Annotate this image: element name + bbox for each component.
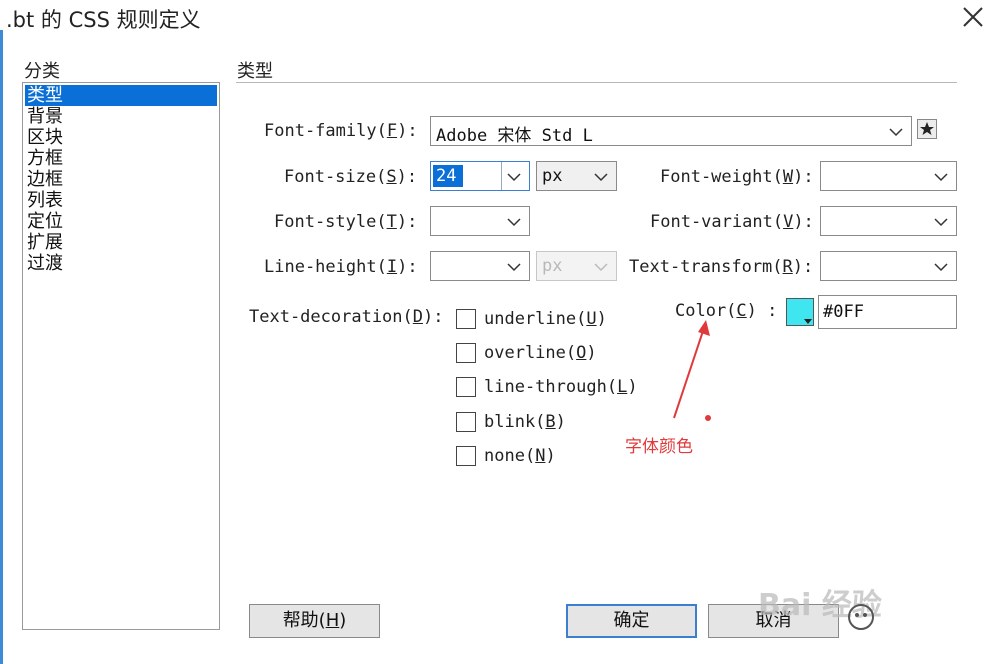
font-family-select[interactable]: Adobe 宋体 Std L (430, 116, 912, 146)
chevron-down-icon (934, 263, 948, 272)
chevron-down-icon (889, 128, 903, 137)
none-checkbox[interactable] (456, 446, 476, 466)
line-height-unit-value: px (542, 256, 563, 276)
category-item-background[interactable]: 背景 (25, 106, 217, 127)
underline-label[interactable]: underline(U) (484, 309, 607, 329)
font-size-label: Font-size(S): (284, 167, 418, 187)
font-variant-label: Font-variant(V): (650, 212, 814, 232)
font-family-value: Adobe 宋体 Std L (436, 126, 593, 146)
font-size-unit-value: px (542, 166, 563, 186)
color-input[interactable]: #0FF (818, 295, 957, 329)
category-item-positioning[interactable]: 定位 (25, 211, 217, 232)
panel-header: 类型 (237, 61, 273, 82)
font-weight-label: Font-weight(W): (660, 167, 814, 187)
category-item-border[interactable]: 边框 (25, 169, 217, 190)
line-through-label[interactable]: line-through(L) (484, 377, 638, 397)
star-icon (920, 122, 934, 135)
help-button[interactable]: 帮助(H) (249, 604, 380, 638)
line-height-combobox[interactable] (430, 251, 530, 281)
font-variant-select[interactable] (820, 206, 957, 236)
close-button[interactable] (958, 2, 988, 32)
font-family-label: Font-family(F): (264, 121, 418, 141)
underline-checkbox[interactable] (456, 309, 476, 329)
category-header: 分类 (24, 61, 60, 82)
category-item-extensions[interactable]: 扩展 (25, 232, 217, 253)
window-title: .bt 的 CSS 规则定义 (6, 8, 201, 32)
none-label[interactable]: none(N) (484, 446, 556, 466)
blink-label[interactable]: blink(B) (484, 412, 566, 432)
overline-checkbox[interactable] (456, 343, 476, 363)
chevron-down-icon (934, 173, 948, 182)
chevron-down-icon (507, 218, 521, 227)
font-size-value: 24 (436, 166, 457, 186)
category-item-type[interactable]: 类型 (25, 85, 217, 106)
font-style-select[interactable] (430, 206, 530, 236)
line-height-unit-select: px (536, 251, 617, 281)
line-height-label: Line-height(I): (264, 257, 418, 277)
category-item-block[interactable]: 区块 (25, 127, 217, 148)
blink-checkbox[interactable] (456, 412, 476, 432)
category-list[interactable]: 类型 背景 区块 方框 边框 列表 定位 扩展 过渡 (22, 82, 220, 630)
text-transform-label: Text-transform(R): (629, 257, 814, 277)
close-icon (963, 7, 983, 27)
panel-divider (236, 82, 957, 83)
annotation-label: 字体颜色 (625, 437, 693, 457)
font-list-edit-button[interactable] (917, 119, 937, 139)
window-edge (0, 30, 3, 664)
chevron-down-icon (594, 173, 608, 182)
dropdown-arrow-icon (804, 319, 812, 324)
color-picker-swatch[interactable] (786, 298, 814, 326)
annotation-arrow (673, 320, 711, 421)
category-item-list[interactable]: 列表 (25, 190, 217, 211)
color-value: #0FF (823, 302, 864, 322)
category-item-transition[interactable]: 过渡 (25, 253, 217, 274)
chevron-down-icon (507, 173, 521, 182)
font-weight-select[interactable] (820, 161, 957, 191)
font-size-unit-select[interactable]: px (536, 161, 617, 191)
text-transform-select[interactable] (820, 251, 957, 281)
font-style-label: Font-style(T): (274, 212, 418, 232)
watermark-logo-icon (848, 604, 874, 630)
combobox-divider (501, 162, 502, 190)
category-item-box[interactable]: 方框 (25, 148, 217, 169)
line-through-checkbox[interactable] (456, 377, 476, 397)
chevron-down-icon (507, 263, 521, 272)
chevron-down-icon (934, 218, 948, 227)
chevron-down-icon (594, 263, 608, 272)
text-decoration-label: Text-decoration(D): (249, 307, 444, 327)
font-size-combobox[interactable]: 24 (430, 161, 530, 191)
ok-button[interactable]: 确定 (566, 604, 697, 638)
overline-label[interactable]: overline(O) (484, 343, 597, 363)
